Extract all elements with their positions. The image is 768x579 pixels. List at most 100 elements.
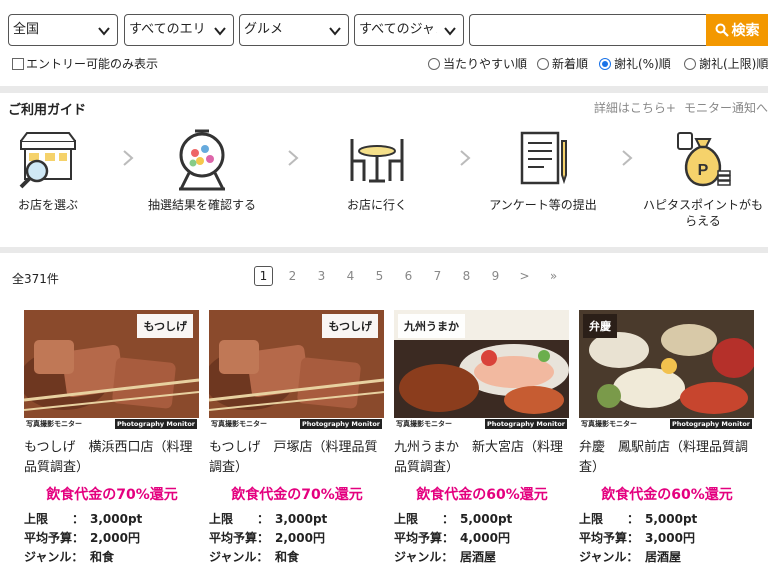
category-select[interactable]: グルメ <box>239 14 349 46</box>
results-panel: 全371件 1 2 3 4 5 6 7 8 9 > » もつしげ 写真撮影モニタ… <box>0 253 768 579</box>
reward-rate: 飲食代金の60%還元 <box>601 487 733 503</box>
point-bag-icon: P <box>677 132 731 187</box>
dining-table-icon <box>350 139 404 183</box>
search-button-label: 検索 <box>731 22 760 38</box>
shop-specs: 上限 ： 5,000pt 平均予算： 3,000円 ジャンル： 居酒屋 <box>579 510 755 567</box>
genre-value: 和食 <box>90 550 115 564</box>
page-3[interactable]: 3 <box>312 266 331 286</box>
sort-radio-selected[interactable] <box>599 57 611 70</box>
shop-specs: 上限 ： 5,000pt 平均予算： 4,000円 ジャンル： 居酒屋 <box>394 510 570 567</box>
chevron-down-icon <box>444 27 456 36</box>
guide-step-label: お店を選ぶ <box>17 198 78 212</box>
photo-monitor-label: 写真撮影モニター <box>581 420 637 428</box>
shop-name[interactable]: 九州うまか 新大宮店（料理品質調査） <box>394 438 570 478</box>
sort-radio[interactable] <box>428 57 440 70</box>
page-8[interactable]: 8 <box>457 266 476 286</box>
guide-step-receive-points: P ハピタスポイントがもらえる <box>638 127 768 229</box>
page-9[interactable]: 9 <box>486 266 505 286</box>
reward-rate: 飲食代金の70%還元 <box>46 487 178 503</box>
limit-value: 5,000pt <box>460 512 513 526</box>
usage-guide: ご利用ガイド 詳細はこちら+ モニター通知へ お店を選ぶ 抽選結果を確認する お… <box>0 93 768 247</box>
genre-select-value: すべてのジャンル <box>359 22 437 37</box>
budget-value: 2,000円 <box>90 531 140 545</box>
page-6[interactable]: 6 <box>399 266 418 286</box>
sort-option-newest[interactable]: 新着順 <box>537 55 588 72</box>
photography-monitor-badge: Photography Monitor <box>114 419 197 429</box>
photography-monitor-badge: Photography Monitor <box>484 419 567 429</box>
shop-name[interactable]: 弁慶 鳳駅前店（料理品質調査） <box>579 438 755 478</box>
shop-photo[interactable]: もつしげ <box>24 310 199 418</box>
chevron-right-icon <box>123 150 134 166</box>
monitor-notify-link[interactable]: モニター通知へ <box>684 101 768 115</box>
checkbox-box[interactable] <box>12 57 24 70</box>
budget-value: 2,000円 <box>275 531 325 545</box>
shop-specs: 上限 ： 3,000pt 平均予算： 2,000円 ジャンル： 和食 <box>209 510 385 567</box>
page-2[interactable]: 2 <box>283 266 302 286</box>
limit-label: 上限 ： <box>209 512 270 526</box>
guide-step-label: アンケート等の提出 <box>489 198 597 212</box>
page-4[interactable]: 4 <box>341 266 360 286</box>
guide-step-visit-shop: お店に行く <box>312 127 442 213</box>
sort-label: 謝礼(上限)順 <box>699 57 768 71</box>
region-select[interactable]: 全国 <box>8 14 118 46</box>
shop-photo[interactable]: 九州うまか <box>394 310 569 418</box>
area-select-value: すべてのエリア <box>129 22 207 37</box>
chevron-down-icon <box>214 27 226 36</box>
sort-radio[interactable] <box>684 57 696 70</box>
entry-only-label: エントリー可能のみ表示 <box>26 57 159 71</box>
photo-monitor-label: 写真撮影モニター <box>26 420 82 428</box>
limit-value: 3,000pt <box>90 512 143 526</box>
region-select-value: 全国 <box>13 22 40 37</box>
genre-value: 居酒屋 <box>645 550 682 564</box>
keyword-input[interactable] <box>469 14 707 46</box>
photo-monitor-label: 写真撮影モニター <box>211 420 267 428</box>
details-link[interactable]: 詳細はこちら+ <box>594 101 676 115</box>
chevron-down-icon <box>98 27 110 36</box>
genre-select[interactable]: すべてのジャンル <box>354 14 464 46</box>
shop-photo[interactable]: もつしげ <box>209 310 384 418</box>
category-select-value: グルメ <box>244 22 284 37</box>
limit-label: 上限 ： <box>579 512 640 526</box>
reward-rate: 飲食代金の60%還元 <box>416 487 548 503</box>
reward-rate: 飲食代金の70%還元 <box>231 487 363 503</box>
page-7[interactable]: 7 <box>428 266 447 286</box>
shop-search-icon <box>19 132 76 189</box>
shop-card[interactable]: もつしげ 写真撮影モニター Photography Monitor もつしげ 横… <box>24 310 200 567</box>
guide-links: 詳細はこちら+ モニター通知へ <box>586 99 768 116</box>
svg-text:P: P <box>698 162 709 179</box>
guide-step-choose-shop: お店を選ぶ <box>0 127 113 213</box>
search-button[interactable]: 検索 <box>706 14 768 46</box>
genre-label: ジャンル： <box>209 550 269 564</box>
area-select[interactable]: すべてのエリア <box>124 14 234 46</box>
shop-card[interactable]: もつしげ 写真撮影モニター Photography Monitor もつしげ 戸… <box>209 310 385 567</box>
page-1[interactable]: 1 <box>254 266 273 286</box>
shop-name[interactable]: もつしげ 横浜西口店（料理品質調査） <box>24 438 200 478</box>
sort-option-reward-limit[interactable]: 謝礼(上限)順 <box>684 55 768 72</box>
budget-value: 3,000円 <box>645 531 695 545</box>
next-page-button[interactable]: > <box>515 266 534 286</box>
shop-photo[interactable]: 弁慶 <box>579 310 754 418</box>
guide-step-check-lottery: 抽選結果を確認する <box>137 127 267 213</box>
pagination: 1 2 3 4 5 6 7 8 9 > » <box>254 266 563 286</box>
chevron-right-icon <box>460 150 471 166</box>
shop-logo: 九州うまか <box>398 314 465 338</box>
sort-radio[interactable] <box>537 57 549 70</box>
last-page-button[interactable]: » <box>544 266 563 286</box>
chevron-right-icon <box>288 150 299 166</box>
photo-monitor-band: 写真撮影モニター Photography Monitor <box>24 418 199 430</box>
shop-name[interactable]: もつしげ 戸塚店（料理品質調査） <box>209 438 385 478</box>
genre-value: 和食 <box>275 550 300 564</box>
shop-logo: もつしげ <box>322 314 378 338</box>
page-5[interactable]: 5 <box>370 266 389 286</box>
chevron-down-icon <box>329 27 341 36</box>
sort-option-hit-rate[interactable]: 当たりやすい順 <box>428 55 527 72</box>
photo-monitor-band: 写真撮影モニター Photography Monitor <box>394 418 569 430</box>
entry-only-checkbox[interactable]: エントリー可能のみ表示 <box>12 55 158 72</box>
sort-option-reward-percent[interactable]: 謝礼(%)順 <box>599 55 671 72</box>
shop-card[interactable]: 弁慶 写真撮影モニター Photography Monitor 弁慶 鳳駅前店（… <box>579 310 755 567</box>
shop-card[interactable]: 九州うまか 写真撮影モニター Photography Monitor 九州うまか… <box>394 310 570 567</box>
result-count: 全371件 <box>12 272 59 286</box>
lottery-drum-icon <box>179 129 225 191</box>
photo-monitor-band: 写真撮影モニター Photography Monitor <box>579 418 754 430</box>
survey-document-icon <box>520 131 567 185</box>
